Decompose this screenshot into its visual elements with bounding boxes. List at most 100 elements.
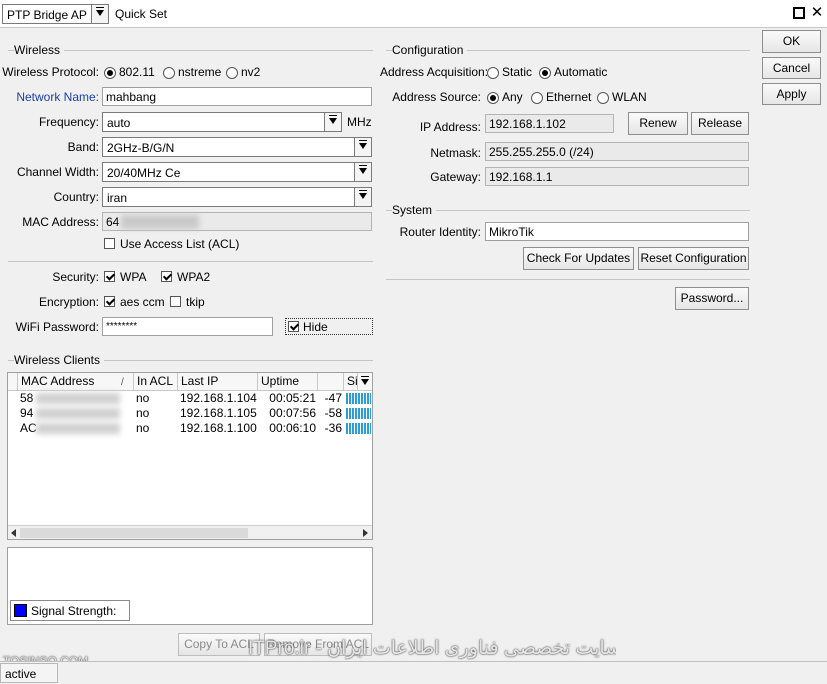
chevron-down-icon[interactable] [324, 113, 341, 131]
wpa2-checkbox[interactable] [161, 271, 172, 282]
sort-icon: / [121, 377, 124, 388]
protocol-radio-nstreme[interactable] [163, 67, 175, 79]
protocol-radio-nv2[interactable] [226, 67, 238, 79]
protocol-option-80211: 802.11 [119, 65, 155, 79]
mode-select-value: PTP Bridge AP [7, 8, 87, 22]
cell-in-acl: no [136, 391, 150, 405]
encryption-label: Encryption: [38, 295, 99, 309]
col-last-ip[interactable]: Last IP [178, 373, 258, 390]
row-marker-header [8, 373, 18, 390]
ip-address-label: IP Address: [419, 120, 481, 134]
signal-legend-swatch [14, 604, 27, 617]
col-mac-address[interactable]: MAC Address [18, 373, 134, 390]
ip-address-field: 192.168.1.102 [485, 114, 614, 133]
router-identity-label: Router Identity: [399, 225, 481, 239]
cell-uptime: 00:05:21 [269, 391, 316, 405]
watermark-right: ITPro.ir - وب سایت تخصصی فناوری اطلاعات … [248, 638, 616, 659]
ok-button[interactable]: OK [762, 30, 821, 53]
wpa-checkbox[interactable] [104, 271, 115, 282]
col-empty [318, 373, 344, 390]
country-label: Country: [53, 190, 99, 204]
wifi-password-input[interactable]: ******** [102, 317, 273, 336]
check-for-updates-button[interactable]: Check For Updates [523, 247, 634, 270]
scroll-right-icon[interactable] [363, 529, 368, 537]
country-select[interactable]: iran [102, 187, 372, 207]
signal-legend: Signal Strength: [10, 600, 130, 621]
network-name-input[interactable]: mahbang [102, 87, 372, 106]
signal-strength-bar [346, 423, 371, 434]
scrollbar-thumb[interactable] [20, 528, 248, 538]
wifi-password-label: WiFi Password: [15, 320, 99, 334]
use-acl-checkbox[interactable] [104, 238, 115, 249]
mac-blur [36, 408, 120, 419]
status-panel: active [0, 663, 58, 683]
maximize-icon[interactable] [793, 7, 805, 19]
frequency-label: Frequency: [38, 115, 99, 129]
aes-ccm-checkbox[interactable] [104, 296, 115, 307]
acquisition-option-automatic: Automatic [554, 65, 608, 79]
signal-strength-bar [346, 408, 371, 419]
source-radio-any[interactable] [487, 92, 499, 104]
mac-blur [36, 393, 120, 404]
security-divider [8, 261, 373, 262]
cancel-button[interactable]: Cancel [762, 57, 821, 79]
network-name-label: Network Name: [16, 90, 99, 104]
horizontal-scrollbar[interactable] [8, 525, 372, 539]
cell-uptime: 00:06:10 [269, 421, 316, 435]
chevron-down-icon[interactable] [91, 5, 108, 23]
renew-button[interactable]: Renew [628, 112, 688, 135]
signal-strength-bar [346, 393, 371, 404]
acquisition-radio-automatic[interactable] [539, 67, 551, 79]
table-row[interactable]: 58 no 192.168.1.104 00:05:21 -47 [8, 391, 372, 406]
mac-address-field: 64 [102, 212, 372, 231]
cell-in-acl: no [136, 421, 150, 435]
cell-last-ip: 192.168.1.100 [180, 421, 257, 435]
cell-last-ip: 192.168.1.105 [180, 406, 257, 420]
channel-width-select[interactable]: 20/40MHz Ce [102, 162, 372, 182]
address-source-label: Address Source: [392, 90, 481, 104]
signal-legend-label: Signal Strength: [31, 604, 117, 618]
chevron-down-icon[interactable] [354, 188, 371, 206]
clients-header: MAC Address / In ACL Last IP Uptime Sig [8, 373, 372, 391]
mac-address-label: MAC Address: [22, 215, 99, 229]
hide-checkbox[interactable] [288, 321, 299, 332]
mode-select[interactable]: PTP Bridge AP [2, 4, 109, 24]
mac-address-blur [121, 215, 199, 229]
source-radio-ethernet[interactable] [531, 92, 543, 104]
col-signal[interactable]: Sig [344, 373, 358, 390]
reset-configuration-button[interactable]: Reset Configuration [638, 247, 749, 270]
cell-signal: -36 [324, 421, 342, 435]
cell-signal: -58 [324, 406, 342, 420]
acquisition-radio-static[interactable] [487, 67, 499, 79]
router-identity-input[interactable]: MikroTik [485, 222, 749, 241]
apply-button[interactable]: Apply [762, 83, 821, 105]
table-row[interactable]: AC no 192.168.1.100 00:06:10 -36 [8, 421, 372, 436]
source-radio-wlan[interactable] [597, 92, 609, 104]
chevron-down-icon[interactable] [354, 163, 371, 181]
release-button[interactable]: Release [691, 112, 749, 135]
table-row[interactable]: 94 no 192.168.1.105 00:07:56 -58 [8, 406, 372, 421]
protocol-radio-80211[interactable] [104, 67, 116, 79]
clients-list[interactable]: MAC Address / In ACL Last IP Uptime Sig … [7, 372, 373, 540]
col-uptime[interactable]: Uptime [258, 373, 318, 390]
band-select[interactable]: 2GHz-B/G/N [102, 137, 372, 157]
system-divider [386, 279, 750, 280]
wireless-protocol-label: Wireless Protocol: [2, 65, 99, 79]
tkip-checkbox[interactable] [170, 296, 181, 307]
window-title: Quick Set [115, 7, 168, 21]
status-text: active [5, 667, 37, 681]
source-option-any: Any [502, 90, 523, 104]
protocol-option-nstreme: nstreme [178, 65, 222, 79]
hide-label: Hide [303, 320, 328, 334]
mac-address-value: 64 [106, 215, 120, 229]
chevron-down-icon[interactable] [354, 138, 371, 156]
frequency-select[interactable]: auto [102, 112, 342, 132]
columns-menu[interactable] [358, 374, 372, 390]
password-button[interactable]: Password... [675, 287, 749, 310]
source-option-ethernet: Ethernet [546, 90, 592, 104]
close-icon[interactable]: ✕ [810, 5, 824, 21]
scroll-left-icon[interactable] [11, 529, 16, 537]
col-in-acl[interactable]: In ACL [134, 373, 178, 390]
address-acquisition-label: Address Acquisition: [380, 65, 489, 79]
cell-uptime: 00:07:56 [269, 406, 316, 420]
